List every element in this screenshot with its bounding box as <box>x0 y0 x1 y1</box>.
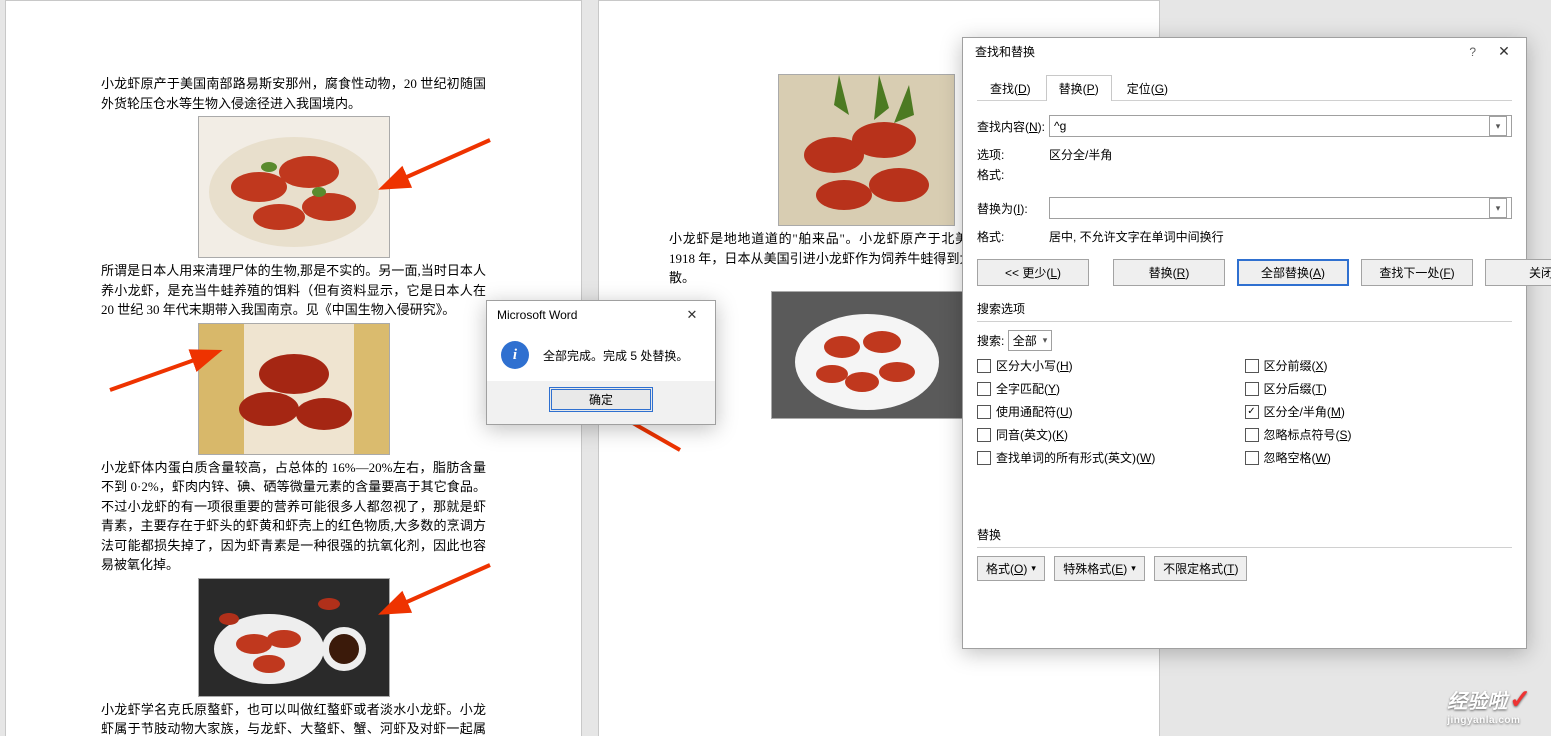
checkbox-option[interactable]: 使用通配符(U) <box>977 403 1245 420</box>
replace-all-button[interactable]: 全部替换(A) <box>1237 259 1349 286</box>
crayfish-image-1 <box>198 116 390 258</box>
checkbox-label: 忽略空格(W) <box>1264 449 1331 466</box>
checkbox-icon <box>977 405 991 419</box>
checkbox-option[interactable]: 区分全/半角(M) <box>1245 403 1513 420</box>
chevron-down-icon[interactable]: ▾ <box>1489 198 1507 218</box>
messagebox-title: Microsoft Word <box>497 308 577 322</box>
replace-input[interactable]: ▾ <box>1049 197 1512 219</box>
chevron-down-icon[interactable]: ▾ <box>1489 116 1507 136</box>
dialog-title: 查找和替换 <box>975 43 1035 60</box>
checkbox-label: 区分后缀(T) <box>1264 380 1327 397</box>
paragraph: 所谓是日本人用来清理尸体的生物,那是不实的。另一面,当时日本人养小龙虾，是充当牛… <box>101 261 486 320</box>
checkbox-icon <box>977 382 991 396</box>
checkbox-option[interactable]: 忽略空格(W) <box>1245 449 1513 466</box>
checkbox-label: 区分全/半角(M) <box>1264 403 1345 420</box>
format-button[interactable]: 格式(O)▾ <box>977 556 1045 581</box>
help-icon[interactable]: ? <box>1469 45 1476 59</box>
checkbox-icon <box>1245 451 1259 465</box>
paragraph: 小龙虾体内蛋白质含量较高，占总体的 16%—20%左右，脂肪含量不到 0·2%，… <box>101 458 486 575</box>
checkbox-icon <box>1245 405 1259 419</box>
replace-label: 替换为(I): <box>977 200 1049 217</box>
format-value-2: 居中, 不允许文字在单词中间换行 <box>1049 228 1224 245</box>
checkbox-label: 区分前缀(X) <box>1264 357 1328 374</box>
checkbox-label: 全字匹配(Y) <box>996 380 1060 397</box>
crayfish-image-5 <box>771 291 963 419</box>
special-format-button[interactable]: 特殊格式(E)▾ <box>1054 556 1145 581</box>
checkbox-option[interactable]: 查找单词的所有形式(英文)(W) <box>977 449 1245 466</box>
close-button[interactable]: 关闭 <box>1485 259 1551 286</box>
checkbox-label: 忽略标点符号(S) <box>1264 426 1352 443</box>
checkbox-label: 查找单词的所有形式(英文)(W) <box>996 449 1155 466</box>
tabs: 查找(D) 替换(P) 定位(G) <box>977 75 1512 101</box>
paragraph: 小龙虾原产于美国南部路易斯安那州，腐食性动物，20 世纪初随国外货轮压仓水等生物… <box>101 74 486 113</box>
format-label: 格式: <box>977 166 1049 183</box>
options-value: 区分全/半角 <box>1049 146 1112 163</box>
crayfish-image-3 <box>198 578 390 697</box>
checkbox-icon <box>1245 359 1259 373</box>
search-options-title: 搜索选项 <box>977 300 1512 317</box>
info-icon: i <box>501 341 529 369</box>
find-next-button[interactable]: 查找下一处(F) <box>1361 259 1473 286</box>
tab-replace[interactable]: 替换(P) <box>1046 75 1112 101</box>
checkbox-icon <box>1245 382 1259 396</box>
close-icon[interactable]: ✕ <box>1490 43 1518 60</box>
ok-button[interactable]: 确定 <box>549 387 653 412</box>
watermark: 经验啦✓ jingyanla.com <box>1447 684 1531 726</box>
checkbox-label: 使用通配符(U) <box>996 403 1073 420</box>
close-icon[interactable]: ✕ <box>677 307 707 323</box>
checkbox-option[interactable]: 区分大小写(H) <box>977 357 1245 374</box>
tab-goto[interactable]: 定位(G) <box>1114 75 1181 101</box>
search-label: 搜索: <box>977 334 1004 348</box>
paragraph: 小龙虾学名克氏原螯虾，也可以叫做红螯虾或者淡水小龙虾。小龙虾属于节肢动物大家族，… <box>101 700 486 736</box>
checkbox-label: 区分大小写(H) <box>996 357 1073 374</box>
tab-find[interactable]: 查找(D) <box>977 75 1044 101</box>
find-replace-dialog: 查找和替换 ? ✕ 查找(D) 替换(P) 定位(G) 查找内容(N): ^g … <box>962 37 1527 649</box>
replace-section-title: 替换 <box>977 526 1512 543</box>
checkbox-option[interactable]: 区分前缀(X) <box>1245 357 1513 374</box>
search-direction-select[interactable]: 全部▾ <box>1008 330 1053 351</box>
messagebox: Microsoft Word ✕ i 全部完成。完成 5 处替换。 确定 <box>486 300 716 425</box>
messagebox-text: 全部完成。完成 5 处替换。 <box>543 347 688 364</box>
checkbox-option[interactable]: 忽略标点符号(S) <box>1245 426 1513 443</box>
checkbox-icon <box>977 428 991 442</box>
options-label: 选项: <box>977 146 1049 163</box>
find-input[interactable]: ^g ▾ <box>1049 115 1512 137</box>
checkbox-option[interactable]: 区分后缀(T) <box>1245 380 1513 397</box>
checkbox-option[interactable]: 同音(英文)(K) <box>977 426 1245 443</box>
checkbox-icon <box>977 359 991 373</box>
checkbox-option[interactable]: 全字匹配(Y) <box>977 380 1245 397</box>
replace-button[interactable]: 替换(R) <box>1113 259 1225 286</box>
checkbox-icon <box>1245 428 1259 442</box>
crayfish-image-4 <box>778 74 955 226</box>
crayfish-image-2 <box>198 323 390 455</box>
format-label-2: 格式: <box>977 228 1049 245</box>
checkbox-icon <box>977 451 991 465</box>
find-label: 查找内容(N): <box>977 118 1049 135</box>
no-format-button[interactable]: 不限定格式(T) <box>1154 556 1247 581</box>
checkbox-label: 同音(英文)(K) <box>996 426 1068 443</box>
less-button[interactable]: << 更少(L) <box>977 259 1089 286</box>
